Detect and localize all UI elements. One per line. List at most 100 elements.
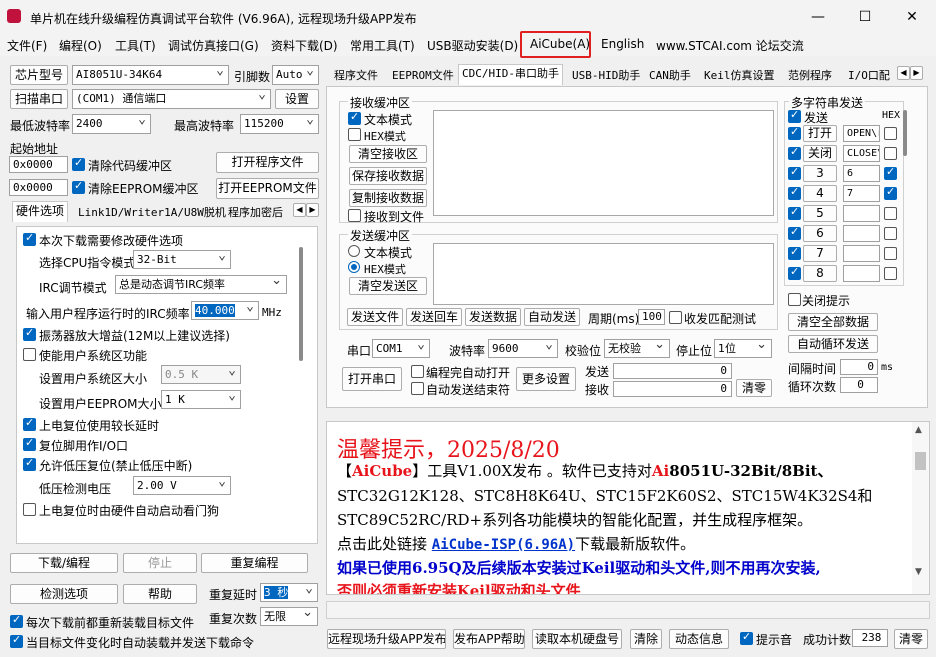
tab-scroll-left-icon[interactable]: ◀ [293, 203, 306, 217]
user-sys-area-checkbox[interactable] [23, 348, 36, 361]
multi-string-scrollbar[interactable] [903, 110, 907, 156]
recv-to-file-checkbox[interactable] [348, 209, 361, 222]
clear-receive-button[interactable]: 清空接收区 [349, 145, 427, 163]
multi-row-hex-checkbox[interactable] [884, 165, 897, 180]
close-button[interactable]: ✕ [890, 4, 934, 30]
menu-tools[interactable]: 工具(T) [115, 37, 156, 54]
right-tab-scroll-left-icon[interactable]: ◀ [897, 66, 910, 80]
multi-row-input[interactable]: 7 [843, 185, 880, 202]
check-options-button[interactable]: 检测选项 [10, 584, 118, 604]
send-data-button[interactable]: 发送数据 [465, 308, 521, 326]
tab-link1d[interactable]: Link1D/Writer1A/U8W脱机 [74, 203, 230, 222]
close-hint-checkbox[interactable] [788, 293, 801, 306]
com-port-select[interactable]: (COM1) 通信端口 [72, 89, 271, 109]
reload-before-download-checkbox[interactable] [10, 613, 23, 628]
multi-row-hex-checkbox[interactable] [884, 267, 897, 280]
download-program-button[interactable]: 下载/编程 [10, 553, 118, 573]
multi-send-all-checkbox[interactable] [788, 108, 801, 123]
stop-bits-select[interactable]: 1位 [714, 339, 772, 358]
clear-eeprom-buffer-checkbox[interactable] [72, 179, 85, 194]
clear-code-buffer-checkbox[interactable] [72, 156, 85, 171]
sys-size-select[interactable]: 0.5 K [161, 365, 241, 384]
min-baud-select[interactable]: 2400 [72, 114, 151, 134]
menu-debug[interactable]: 调试仿真接口(G) [168, 37, 259, 54]
multi-row-send-button[interactable]: 3 [803, 165, 837, 182]
multi-row-send-button[interactable]: 6 [803, 225, 837, 242]
minimize-button[interactable]: — [796, 4, 840, 30]
multi-row-hex-checkbox[interactable] [884, 247, 897, 260]
multi-row-hex-checkbox[interactable] [884, 127, 897, 140]
power-reset-delay-checkbox[interactable] [23, 416, 36, 431]
interval-input[interactable]: 0 [840, 359, 878, 375]
multi-row-send-button[interactable]: 7 [803, 245, 837, 262]
right-tab-scroll-right-icon[interactable]: ▶ [910, 66, 923, 80]
multi-row-input[interactable] [843, 245, 880, 262]
multi-row-input[interactable]: OPEN\r [843, 125, 880, 142]
auto-open-checkbox[interactable] [411, 365, 424, 378]
multi-row-send-checkbox[interactable] [788, 185, 801, 200]
tab-program-file[interactable]: 程序文件 [330, 66, 382, 85]
multi-row-send-checkbox[interactable] [788, 145, 801, 160]
tab-io-config[interactable]: I/O口配 [844, 66, 894, 85]
multi-row-send-checkbox[interactable] [788, 265, 801, 280]
auto-load-checkbox[interactable] [10, 633, 23, 648]
recv-match-checkbox[interactable] [669, 311, 682, 324]
multi-row-hex-checkbox[interactable] [884, 147, 897, 160]
multi-row-hex-checkbox[interactable] [884, 227, 897, 240]
download-link[interactable]: AiCube-ISP(6.96A) [432, 537, 575, 553]
menu-usb-driver[interactable]: USB驱动安装(D) [427, 37, 518, 54]
max-baud-select[interactable]: 115200 [240, 114, 319, 134]
multi-row-input[interactable] [843, 205, 880, 222]
clear-send-button[interactable]: 清空发送区 [349, 277, 427, 295]
tab-encryption[interactable]: 程序加密后 [224, 203, 287, 222]
chip-model-select[interactable]: AI8051U-34K64 [72, 65, 229, 85]
clear-button[interactable]: 清除 [630, 629, 662, 649]
send-textarea[interactable] [433, 243, 774, 305]
beep-checkbox[interactable] [740, 630, 753, 645]
multi-row-send-checkbox[interactable] [788, 245, 801, 260]
publish-help-button[interactable]: 发布APP帮助 [453, 629, 525, 649]
multi-row-send-checkbox[interactable] [788, 165, 801, 180]
menu-common-tools[interactable]: 常用工具(T) [350, 37, 415, 54]
multi-row-hex-checkbox[interactable] [884, 185, 897, 200]
hw-panel-scrollbar[interactable] [299, 247, 303, 361]
multi-row-input[interactable] [843, 225, 880, 242]
scan-port-button[interactable]: 扫描串口 [10, 89, 68, 109]
repeat-program-button[interactable]: 重复编程 [201, 553, 308, 573]
copy-receive-button[interactable]: 复制接收数据 [349, 189, 427, 207]
repeat-delay-select[interactable]: 3 秒 [260, 583, 318, 602]
remote-upgrade-button[interactable]: 远程现场升级APP发布 [327, 629, 446, 649]
save-receive-button[interactable]: 保存接收数据 [349, 167, 427, 185]
help-button[interactable]: 帮助 [123, 584, 197, 604]
auto-send-button[interactable]: 自动发送 [524, 308, 580, 326]
multi-row-send-button[interactable]: 4 [803, 185, 837, 202]
send-file-button[interactable]: 发送文件 [347, 308, 403, 326]
maximize-button[interactable]: ☐ [843, 4, 887, 30]
port-settings-button[interactable]: 设置 [275, 89, 319, 109]
send-hex-mode-radio[interactable] [348, 261, 360, 273]
menu-website[interactable]: www.STCAI.com 论坛交流 [656, 37, 804, 54]
multi-row-send-button[interactable]: 打开 [803, 125, 837, 142]
multi-row-input[interactable]: CLOSE\ [843, 145, 880, 162]
open-serial-button[interactable]: 打开串口 [342, 367, 402, 391]
low-volt-select[interactable]: 2.00 V [133, 476, 231, 495]
scroll-up-icon[interactable]: ▲ [915, 425, 922, 435]
recv-text-mode-checkbox[interactable] [348, 110, 361, 125]
low-volt-reset-checkbox[interactable] [23, 456, 36, 471]
send-return-button[interactable]: 发送回车 [406, 308, 462, 326]
chip-model-button[interactable]: 芯片型号 [10, 65, 68, 85]
read-disk-button[interactable]: 读取本机硬盘号 [532, 629, 622, 649]
multi-row-send-checkbox[interactable] [788, 205, 801, 220]
multi-row-hex-checkbox[interactable] [884, 207, 897, 220]
menu-file[interactable]: 文件(F) [7, 37, 47, 54]
serial-port-select[interactable]: COM1 [372, 339, 430, 358]
stop-button[interactable]: 停止 [123, 553, 197, 573]
period-input[interactable]: 100 [638, 309, 665, 325]
multi-row-send-button[interactable]: 关闭 [803, 145, 837, 162]
tab-keil-sim[interactable]: Keil仿真设置 [700, 66, 779, 85]
send-text-mode-radio[interactable] [348, 245, 360, 257]
loop-count-input[interactable]: 0 [840, 377, 878, 393]
auto-loop-send-button[interactable]: 自动循环发送 [788, 335, 878, 353]
baud-select[interactable]: 9600 [488, 339, 558, 358]
open-program-file-button[interactable]: 打开程序文件 [216, 152, 319, 173]
